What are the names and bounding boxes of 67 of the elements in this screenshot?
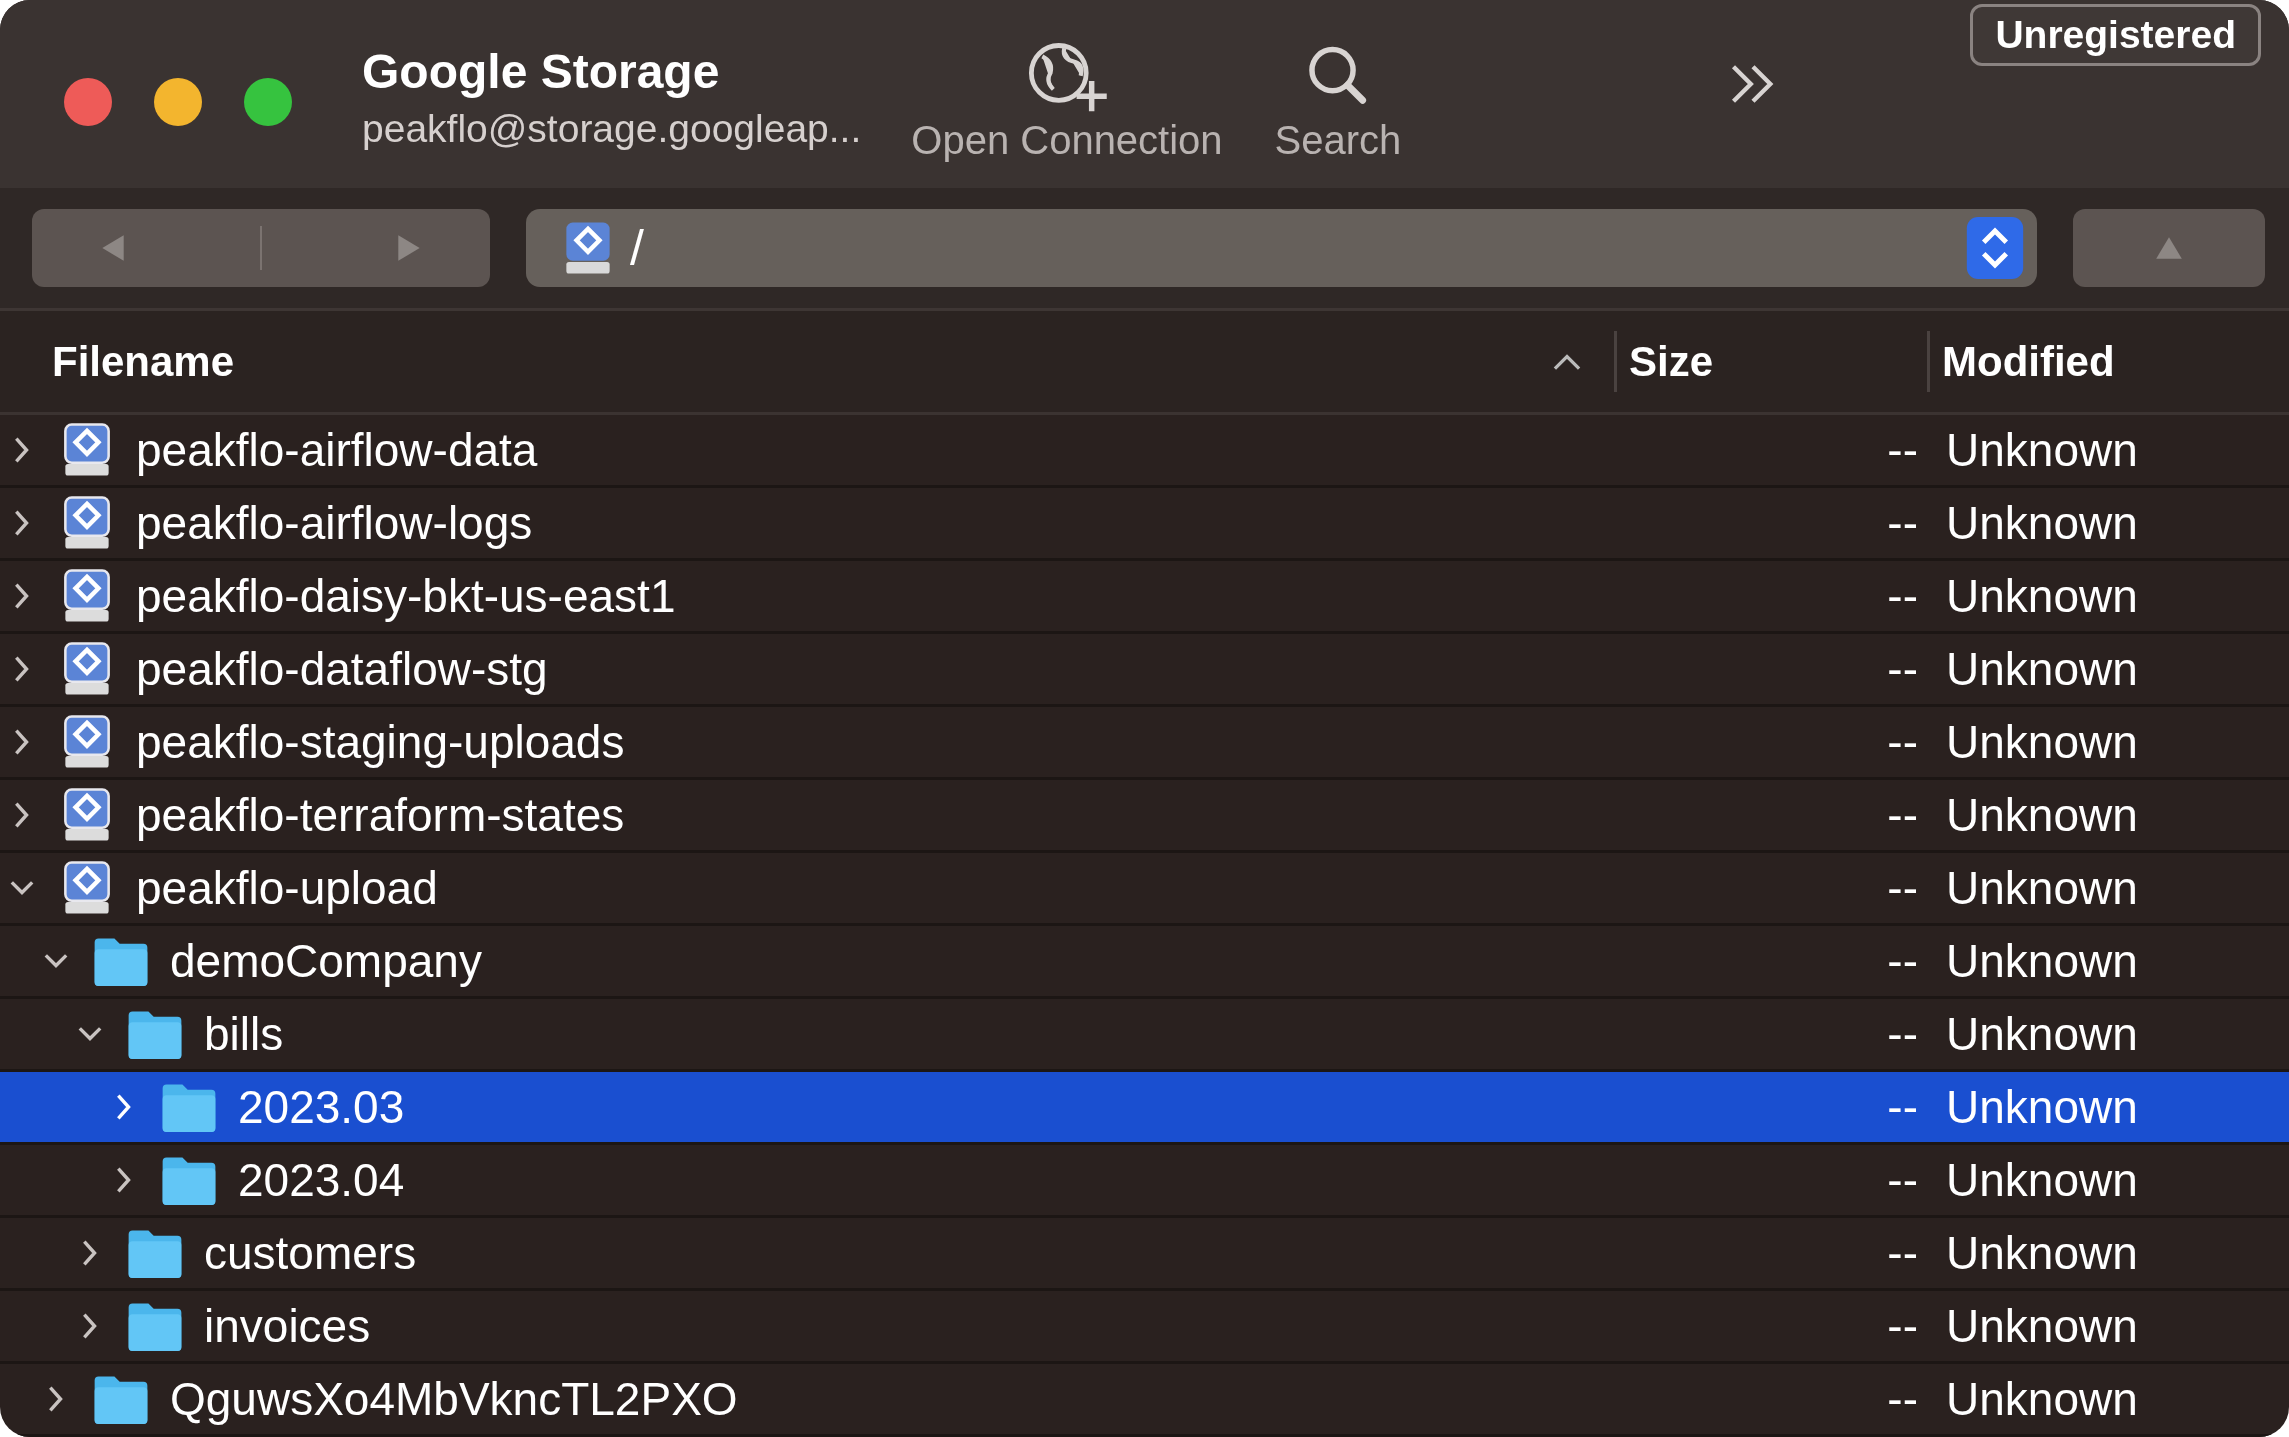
file-name: peakflo-staging-uploads — [136, 715, 625, 769]
file-name: customers — [204, 1226, 417, 1280]
modified-date: Unknown — [1946, 1008, 2138, 1060]
window-subtitle: peakflo@storage.googleap... — [362, 107, 862, 151]
close-button[interactable] — [64, 78, 112, 126]
file-size: -- — [1887, 862, 1918, 914]
file-row[interactable]: 2023.03 -- Unknown — [0, 1072, 2289, 1145]
file-size: -- — [1887, 497, 1918, 549]
file-name: invoices — [204, 1299, 371, 1353]
file-row[interactable]: peakflo-staging-uploads -- Unknown — [0, 707, 2289, 780]
file-size: -- — [1887, 1227, 1918, 1279]
file-row[interactable]: peakflo-airflow-logs -- Unknown — [0, 488, 2289, 561]
file-size: -- — [1887, 424, 1918, 476]
modified-date: Unknown — [1946, 424, 2138, 476]
file-size: -- — [1887, 1008, 1918, 1060]
file-size: -- — [1887, 1081, 1918, 1133]
window-title: Google Storage — [362, 44, 721, 99]
modified-date: Unknown — [1946, 643, 2138, 695]
modified-date: Unknown — [1946, 497, 2138, 549]
file-name: peakflo-daisy-bkt-us-east1 — [136, 569, 676, 623]
file-name: QguwsXo4MbVkncTL2PXO — [170, 1372, 738, 1426]
file-name: peakflo-terraform-states — [136, 788, 625, 842]
file-row[interactable]: peakflo-daisy-bkt-us-east1 -- Unknown — [0, 561, 2289, 634]
minimize-button[interactable] — [154, 78, 202, 126]
file-size: -- — [1887, 789, 1918, 841]
file-row[interactable]: demoCompany -- Unknown — [0, 926, 2289, 999]
modified-date: Unknown — [1946, 1081, 2138, 1133]
file-size: -- — [1887, 1154, 1918, 1206]
file-row[interactable]: 2023.04 -- Unknown — [0, 1145, 2289, 1218]
registration-badge[interactable]: Unregistered — [1970, 4, 2261, 66]
zoom-button[interactable] — [244, 78, 292, 126]
modified-column-header[interactable]: Modified — [1930, 311, 2289, 412]
file-row[interactable]: peakflo-upload -- Unknown — [0, 853, 2289, 926]
file-row[interactable]: invoices -- Unknown — [0, 1291, 2289, 1364]
file-size: -- — [1887, 570, 1918, 622]
open-connection-button[interactable]: Open Connection — [911, 40, 1223, 163]
path-field[interactable]: / — [526, 209, 2037, 288]
search-button[interactable]: Search — [1274, 40, 1402, 163]
modified-date: Unknown — [1946, 716, 2138, 768]
file-size: -- — [1887, 1373, 1918, 1425]
file-row[interactable]: peakflo-terraform-states -- Unknown — [0, 780, 2289, 853]
file-name: demoCompany — [170, 934, 482, 988]
modified-date: Unknown — [1946, 1154, 2138, 1206]
file-name: 2023.04 — [238, 1153, 405, 1207]
modified-date: Unknown — [1946, 1300, 2138, 1352]
file-name: 2023.03 — [238, 1080, 405, 1134]
file-name: peakflo-airflow-data — [136, 423, 538, 477]
file-name: peakflo-upload — [136, 861, 438, 915]
file-name: peakflo-airflow-logs — [136, 496, 533, 550]
file-row[interactable]: peakflo-dataflow-stg -- Unknown — [0, 634, 2289, 707]
file-size: -- — [1887, 643, 1918, 695]
file-name: bills — [204, 1007, 284, 1061]
file-size: -- — [1887, 1300, 1918, 1352]
file-row[interactable]: peakflo-airflow-data -- Unknown — [0, 415, 2289, 488]
modified-date: Unknown — [1946, 862, 2138, 914]
file-size: -- — [1887, 716, 1918, 768]
modified-date: Unknown — [1946, 1373, 2138, 1425]
file-row[interactable]: customers -- Unknown — [0, 1218, 2289, 1291]
file-name: peakflo-dataflow-stg — [136, 642, 548, 696]
file-row[interactable]: QguwsXo4MbVkncTL2PXO -- Unknown — [0, 1364, 2289, 1437]
file-size: -- — [1887, 935, 1918, 987]
modified-date: Unknown — [1946, 570, 2138, 622]
size-column-header[interactable]: Size — [1617, 331, 1930, 392]
modified-date: Unknown — [1946, 1227, 2138, 1279]
modified-date: Unknown — [1946, 935, 2138, 987]
modified-date: Unknown — [1946, 789, 2138, 841]
filename-column-header[interactable]: Filename — [0, 331, 1617, 392]
